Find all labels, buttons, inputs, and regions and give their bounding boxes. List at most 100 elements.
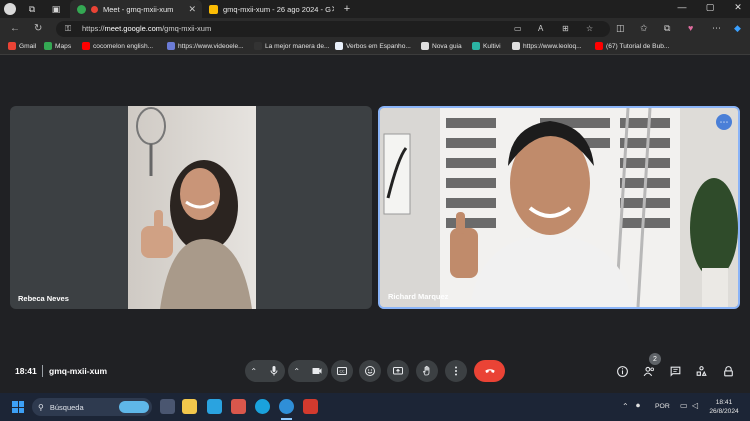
camera-control-group: ⌃ <box>288 360 328 382</box>
bookmark-item[interactable]: cocomelon english... <box>82 42 153 50</box>
camera-icon[interactable] <box>311 365 323 377</box>
camera-permission-icon[interactable]: ▭ <box>514 24 522 33</box>
people-icon <box>643 366 654 376</box>
bookmark-item[interactable]: Kultivi <box>472 42 501 50</box>
activities-button[interactable] <box>692 362 710 380</box>
bookmark-favicon-icon <box>167 42 175 50</box>
maximize-icon[interactable]: ▢ <box>700 2 720 13</box>
close-tab-icon[interactable]: ✕ <box>188 4 196 15</box>
workspaces-icon[interactable]: ⧉ <box>26 3 38 15</box>
recording-icon <box>91 5 98 13</box>
close-tab-icon[interactable]: ✕ <box>331 4 334 15</box>
captions-button[interactable]: CC <box>331 360 353 382</box>
svg-text:CC: CC <box>340 370 345 374</box>
meet-stage: Rebeca Neves ⋯ Richard Marquez 18:41 gmq… <box>0 56 750 393</box>
participant-tile-richard[interactable]: ⋯ Richard Marquez <box>378 106 740 309</box>
close-window-icon[interactable]: ✕ <box>728 2 748 13</box>
tab-meet[interactable]: Meet - gmq-mxii-xum ✕ <box>70 0 202 18</box>
info-icon <box>616 365 628 377</box>
bookmark-favicon-icon <box>421 42 429 50</box>
photos-icon[interactable] <box>231 399 246 414</box>
bookmark-label: Nova guia <box>432 42 462 50</box>
navigation-bar: ← ↻ ⚿ https://meet.google.com/gmq-mxii-x… <box>0 18 750 40</box>
taskbar-search-box[interactable]: ⚲ Búsqueda <box>32 398 152 416</box>
reactions-button[interactable] <box>359 360 381 382</box>
task-view-icon[interactable] <box>160 399 175 414</box>
skype-icon[interactable] <box>255 399 270 414</box>
collections-icon[interactable]: ⧉ <box>664 23 670 34</box>
bookmark-favicon-icon <box>512 42 520 50</box>
split-screen-icon[interactable]: ◫ <box>616 23 625 34</box>
meeting-clock: 18:41 <box>15 366 37 376</box>
bookmark-label: https://www.videoele... <box>178 42 244 50</box>
meeting-details-button[interactable] <box>613 362 631 380</box>
app-available-icon[interactable]: ⊞ <box>562 24 569 33</box>
telegram-icon[interactable] <box>207 399 222 414</box>
search-label: Búsqueda <box>49 402 84 412</box>
network-icon[interactable]: ▭ <box>680 401 688 410</box>
tray-overflow-icon[interactable]: ⌃ <box>622 402 629 411</box>
taskbar-date: 26/8/2024 <box>709 408 739 415</box>
more-options-icon[interactable]: ⋯ <box>712 23 721 34</box>
more-options-button[interactable] <box>445 360 467 382</box>
volume-icon[interactable]: ◁ <box>692 401 698 410</box>
more-vert-icon <box>455 366 457 376</box>
minimize-icon[interactable]: — <box>672 2 692 12</box>
bookmark-item[interactable]: https://www.leoloq... <box>512 42 582 50</box>
bookmark-favicon-icon <box>254 42 262 50</box>
search-highlight-icon <box>119 401 149 413</box>
leave-call-button[interactable] <box>474 360 505 382</box>
refresh-icon[interactable]: ↻ <box>34 23 42 34</box>
search-icon: ⚲ <box>38 402 44 412</box>
tab-document[interactable]: gmq-mxii-xum - 26 ago 2024 - G ✕ <box>202 0 334 18</box>
tab-actions-icon[interactable]: ▣ <box>50 3 62 15</box>
video-settings-chevron-icon[interactable]: ⌃ <box>293 367 300 376</box>
windows-taskbar: ⚲ Búsqueda ⌃ ⏺ POR ▭ ◁ 18:41 26/8/2024 <box>0 393 750 421</box>
copilot-icon[interactable]: ◆ <box>734 23 741 34</box>
edge-icon[interactable] <box>279 399 294 414</box>
favorite-star-icon[interactable]: ☆ <box>586 24 593 33</box>
health-icon[interactable]: ♥ <box>688 23 693 33</box>
back-icon[interactable]: ← <box>10 23 20 34</box>
bookmark-label: La mejor manera de... <box>265 42 330 50</box>
bookmark-item[interactable]: La mejor manera de... <box>254 42 330 50</box>
raise-hand-icon <box>423 365 430 376</box>
bookmark-favicon-icon <box>472 42 480 50</box>
file-explorer-icon[interactable] <box>182 399 197 414</box>
audio-settings-chevron-icon[interactable]: ⌃ <box>250 367 257 376</box>
taskbar-clock[interactable]: 18:41 26/8/2024 <box>706 398 742 416</box>
active-app-indicator <box>281 418 292 420</box>
microphone-icon[interactable] <box>268 365 280 377</box>
site-info-icon[interactable]: ⚿ <box>65 24 71 34</box>
people-count-badge: 2 <box>649 353 661 365</box>
read-aloud-icon[interactable]: A <box>538 24 543 33</box>
meeting-code: gmq-mxii-xum <box>49 366 108 376</box>
favorites-icon[interactable]: ✩ <box>640 23 648 34</box>
address-bar[interactable]: ⚿ https://meet.google.com/gmq-mxii-xum ▭… <box>56 21 610 37</box>
host-controls-button[interactable] <box>719 362 737 380</box>
present-screen-button[interactable] <box>387 360 409 382</box>
bookmark-item[interactable]: Maps <box>44 42 71 50</box>
language-indicator[interactable]: POR <box>655 403 670 410</box>
bookmark-label: Verbos em Espanho... <box>346 42 411 50</box>
new-tab-button[interactable]: + <box>341 3 353 15</box>
participant-name: Richard Marquez <box>388 292 449 301</box>
raise-hand-button[interactable] <box>416 360 438 382</box>
bookmark-item[interactable]: (67) Tutorial de Bub... <box>595 42 669 50</box>
bookmark-favicon-icon <box>44 42 52 50</box>
bookmark-item[interactable]: Nova guia <box>421 42 462 50</box>
bookmark-item[interactable]: https://www.videoele... <box>167 42 244 50</box>
acrobat-icon[interactable] <box>303 399 318 414</box>
windows-start-icon[interactable] <box>12 401 24 413</box>
profile-avatar-icon[interactable] <box>4 3 16 15</box>
bookmark-item[interactable]: Gmail <box>8 42 36 50</box>
mic-control-group: ⌃ <box>245 360 285 382</box>
bookmarks-bar: Gmail Maps cocomelon english... https://www… <box>0 40 750 55</box>
participant-tile-rebeca[interactable]: Rebeca Neves <box>10 106 372 309</box>
tile-options-icon[interactable]: ⋯ <box>716 114 732 130</box>
bookmark-item[interactable]: Verbos em Espanho... <box>335 42 411 50</box>
chat-button[interactable] <box>666 362 684 380</box>
microphone-tray-icon[interactable]: ⏺ <box>636 401 640 411</box>
participant-name: Rebeca Neves <box>18 294 69 303</box>
bookmark-favicon-icon <box>595 42 603 50</box>
